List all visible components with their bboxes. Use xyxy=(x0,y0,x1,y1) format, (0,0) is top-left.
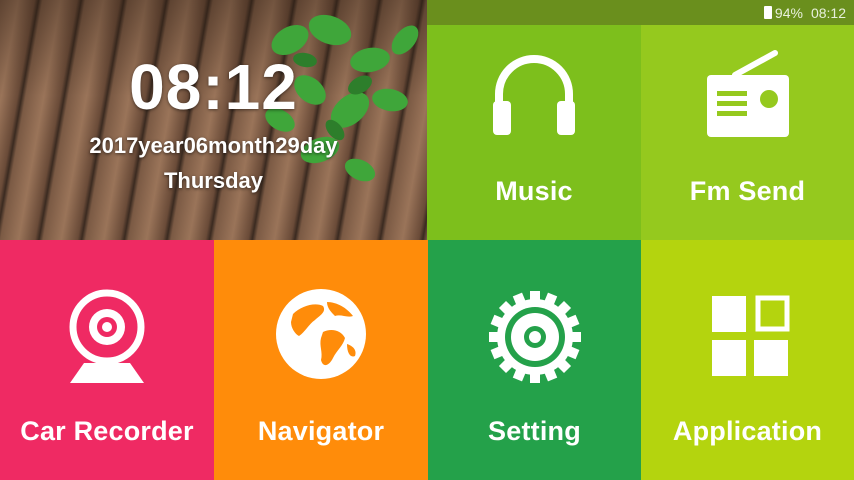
tile-application[interactable]: Application xyxy=(641,240,854,480)
clock-time: 08:12 xyxy=(129,51,298,123)
tile-navigator[interactable]: Navigator xyxy=(214,240,428,480)
status-bar: 94% 08:12 xyxy=(427,0,854,25)
tile-navigator-label: Navigator xyxy=(257,416,385,446)
tile-music-label: Music xyxy=(495,176,573,206)
headphones-icon xyxy=(493,55,575,135)
apps-grid-icon xyxy=(712,295,790,376)
tile-fm-send[interactable]: Fm Send xyxy=(641,25,854,240)
globe-icon xyxy=(276,289,366,379)
tile-music[interactable]: Music xyxy=(427,25,641,240)
status-time: 08:12 xyxy=(810,4,846,21)
gear-icon xyxy=(489,291,581,383)
tile-fm-send-label: Fm Send xyxy=(689,176,806,206)
tile-setting[interactable]: Setting xyxy=(428,240,641,480)
tile-setting-label: Setting xyxy=(488,416,581,446)
radio-icon xyxy=(707,50,789,137)
battery-percentage: 94% xyxy=(774,4,803,21)
clock-widget[interactable]: 08:12 2017year06month29day Thursday xyxy=(0,0,427,240)
clock-date: 2017year06month29day xyxy=(89,133,338,158)
tile-application-label: Application xyxy=(672,416,823,446)
tile-car-recorder[interactable]: Car Recorder xyxy=(0,240,214,480)
tile-car-recorder-label: Car Recorder xyxy=(20,416,194,446)
battery-icon xyxy=(763,6,772,19)
clock-weekday: Thursday xyxy=(163,168,264,193)
webcam-icon xyxy=(69,289,145,383)
